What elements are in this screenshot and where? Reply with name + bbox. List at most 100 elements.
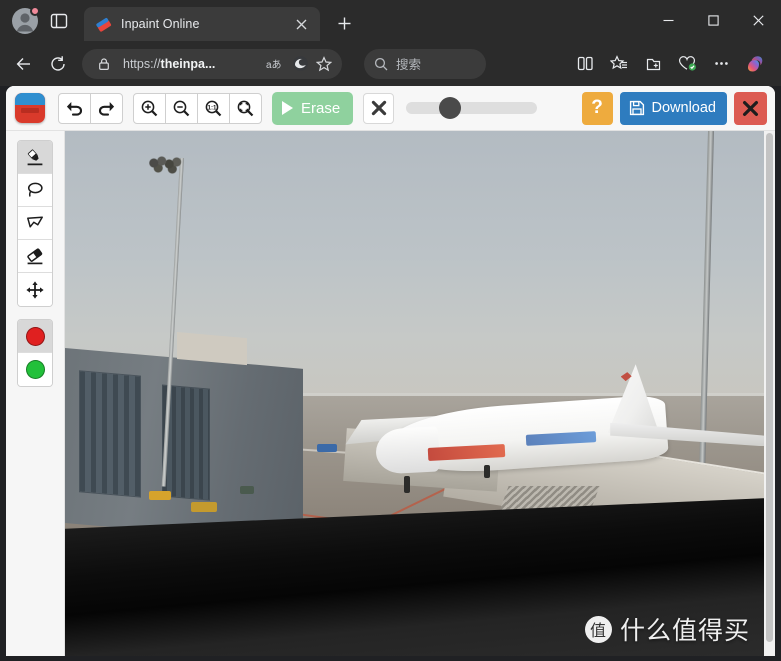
- ground-vehicle: [239, 486, 254, 495]
- window-controls: [646, 0, 781, 41]
- sidebar-item-polygon-lasso-tool[interactable]: [18, 207, 52, 240]
- save-disk-icon: [629, 100, 644, 116]
- browser-toolbar-actions: [569, 48, 773, 80]
- ground-vehicle: [316, 443, 337, 452]
- marker-icon: [27, 149, 43, 166]
- more-options-button[interactable]: [705, 48, 737, 80]
- polygon-lasso-icon: [27, 216, 43, 228]
- back-arrow-icon: [16, 57, 30, 70]
- slider-track: [406, 102, 538, 114]
- sidebar-item-marker-tool[interactable]: [18, 141, 52, 174]
- address-bar-url: https://theinpa...: [123, 56, 216, 71]
- maximize-icon: [708, 15, 719, 26]
- collections-button[interactable]: [637, 48, 669, 80]
- browser-tab[interactable]: Inpaint Online: [84, 7, 320, 41]
- inpaint-eraser-favicon: [95, 16, 112, 33]
- window-maximize-button[interactable]: [691, 0, 736, 41]
- split-pane-button[interactable]: [42, 4, 76, 38]
- aircraft-nose-gear: [404, 475, 410, 493]
- app-close-button[interactable]: [734, 91, 767, 125]
- close-icon: [753, 15, 764, 26]
- translate-aa-icon: aあ: [266, 59, 282, 71]
- minimize-icon: [663, 19, 674, 22]
- search-input[interactable]: 搜索: [396, 54, 421, 73]
- more-options-icon: [714, 62, 728, 65]
- close-icon: [296, 19, 306, 29]
- add-favorite-button[interactable]: [312, 52, 336, 76]
- split-pane-icon: [50, 13, 68, 29]
- tab-title: Inpaint Online: [121, 17, 200, 31]
- sidebar-item-eraser-tool[interactable]: [18, 240, 52, 273]
- profile-avatar-button[interactable]: [8, 4, 42, 38]
- sidebar-item-red-mask-swatch[interactable]: [18, 320, 52, 353]
- zoom-actual-size-icon: 1:1: [205, 100, 222, 116]
- sidebar-item-lasso-tool[interactable]: [18, 174, 52, 207]
- sidebar-item-move-tool[interactable]: [18, 273, 52, 306]
- erase-button-label: Erase: [301, 99, 341, 117]
- download-button[interactable]: Download: [619, 91, 727, 125]
- close-x-icon: [742, 100, 758, 116]
- history-button-group: [58, 92, 123, 124]
- slider-thumb[interactable]: [439, 97, 462, 119]
- browser-window: Inpaint Online https://theinpa... aあ 搜索 …: [0, 0, 781, 661]
- watermark: 值 什么值得买: [584, 611, 750, 647]
- browser-essentials-button[interactable]: [671, 48, 703, 80]
- new-tab-button[interactable]: [329, 8, 359, 38]
- browser-essentials-icon: [678, 56, 696, 71]
- svg-text:1:1: 1:1: [208, 104, 218, 111]
- site-lock-button[interactable]: [92, 52, 116, 76]
- tab-close-button[interactable]: [290, 13, 312, 35]
- sidebar-item-green-mask-swatch[interactable]: [18, 353, 52, 386]
- app-toolbar: 1:1 Erase ? Download: [6, 86, 775, 131]
- window-close-button[interactable]: [736, 0, 781, 41]
- zoom-out-button[interactable]: [165, 92, 198, 124]
- scrollbar-thumb[interactable]: [766, 133, 773, 642]
- redo-button[interactable]: [90, 92, 123, 124]
- zoom-in-icon: [141, 100, 158, 116]
- zoom-button-group: 1:1: [133, 92, 262, 124]
- profile-notification-dot: [30, 6, 40, 16]
- web-page-content: 1:1 Erase ? Download 值 什么值得买: [6, 86, 775, 661]
- mask-color-group: [17, 319, 53, 387]
- lasso-ellipse-icon: [27, 182, 43, 197]
- clear-selection-button[interactable]: [363, 92, 395, 124]
- split-screen-icon: [577, 56, 593, 71]
- ground-vehicle: [148, 491, 171, 501]
- zoom-actual-size-button[interactable]: 1:1: [197, 92, 230, 124]
- copilot-button[interactable]: [739, 48, 771, 80]
- inpaint-logo: [15, 93, 45, 123]
- translate-button[interactable]: aあ: [264, 52, 288, 76]
- split-screen-button[interactable]: [569, 48, 601, 80]
- zoom-fit-screen-icon: [237, 100, 254, 116]
- eraser-icon: [27, 248, 43, 265]
- help-button[interactable]: ?: [581, 91, 613, 125]
- favorites-button[interactable]: [603, 48, 635, 80]
- navigation-bar: https://theinpa... aあ 搜索: [0, 41, 781, 86]
- svg-text:aあ: aあ: [266, 59, 282, 71]
- zoom-in-button[interactable]: [133, 92, 166, 124]
- brush-size-slider[interactable]: [406, 92, 538, 125]
- search-box[interactable]: 搜索: [364, 48, 486, 79]
- window-minimize-button[interactable]: [646, 0, 691, 41]
- refresh-button[interactable]: [42, 48, 74, 80]
- avatar: [11, 6, 40, 35]
- undo-icon: [66, 101, 83, 116]
- drawing-tools-group: [17, 140, 53, 307]
- watermark-badge: 值: [584, 615, 612, 643]
- clear-x-icon: [371, 100, 386, 116]
- zoom-fit-screen-button[interactable]: [229, 92, 262, 124]
- window-bottom-edge: [0, 656, 781, 661]
- red-dot-icon: [25, 326, 45, 346]
- address-bar[interactable]: https://theinpa... aあ: [82, 48, 342, 79]
- airport-photo[interactable]: 值 什么值得买: [65, 131, 764, 661]
- floodlight-head: [145, 154, 190, 175]
- canvas-vertical-scrollbar[interactable]: [764, 131, 775, 661]
- undo-button[interactable]: [58, 92, 91, 124]
- back-button[interactable]: [8, 48, 40, 80]
- erase-button[interactable]: Erase: [272, 91, 354, 125]
- image-canvas[interactable]: 值 什么值得买: [64, 131, 775, 661]
- tab-strip: Inpaint Online: [0, 0, 781, 41]
- app-toolbar-actions: ? Download: [581, 91, 767, 125]
- terminal-building: [65, 348, 303, 544]
- edge-copilot-button[interactable]: [288, 52, 312, 76]
